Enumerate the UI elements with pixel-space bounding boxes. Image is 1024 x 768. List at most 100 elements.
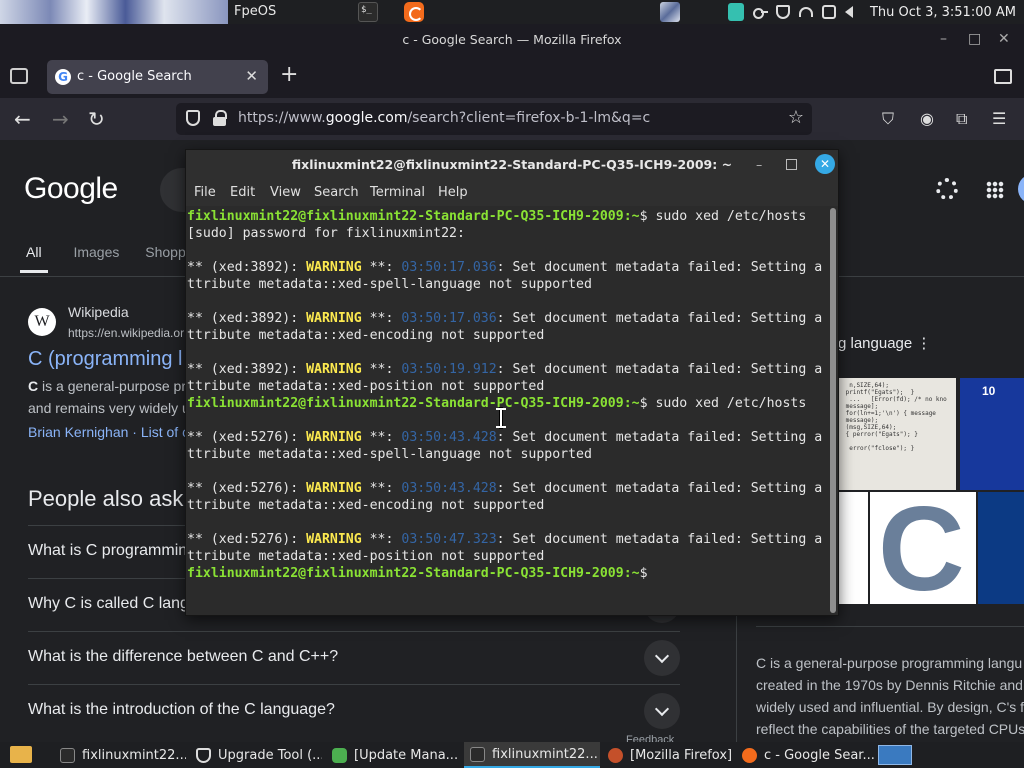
notifications-icon[interactable]: [821, 5, 836, 19]
tab-label: c - Google Search: [77, 69, 192, 84]
terminal-line: ttribute metadata::xed-spell-language no…: [187, 446, 828, 463]
output-text: ttribute metadata::xed-encoding not supp…: [187, 498, 545, 513]
terminal-icon: [60, 747, 75, 763]
terminal-line: ** (xed:3892): WARNING **: 03:50:17.036:…: [187, 310, 828, 327]
list-all-tabs-icon[interactable]: [10, 68, 28, 84]
prompt-cwd: :~: [623, 396, 640, 411]
avatar[interactable]: [1018, 174, 1024, 204]
close-icon[interactable]: ✕: [998, 32, 1010, 46]
menu-help[interactable]: Help: [438, 185, 468, 200]
terminal-line: ** (xed:5276): WARNING **: 03:50:43.428:…: [187, 429, 828, 446]
menu-edit[interactable]: Edit: [230, 185, 255, 200]
scrollbar-thumb[interactable]: [830, 208, 836, 613]
paa-question-text: What is the introduction of the C langua…: [28, 701, 335, 718]
more-options-icon[interactable]: ⋮: [916, 335, 931, 352]
chevron-down-icon[interactable]: [644, 640, 680, 676]
taskbar-item[interactable]: c - Google Sear...: [736, 742, 874, 768]
menu-file[interactable]: File: [194, 185, 216, 200]
paa-question[interactable]: What is the difference between C and C++…: [28, 631, 680, 684]
update-manager-tray-icon[interactable]: [727, 3, 744, 21]
volume-icon[interactable]: [844, 6, 853, 18]
knowledge-panel-description: C is a general-purpose programming langu…: [756, 652, 1024, 740]
back-arrow-icon[interactable]: ←: [14, 107, 31, 131]
firefox-window-title: c - Google Search — Mozilla Firefox: [402, 32, 622, 47]
google-logo[interactable]: Google: [24, 172, 118, 206]
white-image[interactable]: [838, 492, 868, 604]
forward-arrow-icon[interactable]: →: [52, 107, 69, 131]
close-icon[interactable]: ✕: [815, 154, 835, 174]
terminal-line: ttribute metadata::xed-position not supp…: [187, 378, 828, 395]
new-tab-icon[interactable]: +: [280, 62, 298, 87]
image-viewer-launcher-icon[interactable]: [660, 2, 680, 22]
blue-code-image[interactable]: [978, 492, 1024, 604]
key-icon[interactable]: [752, 5, 768, 19]
maximize-icon[interactable]: [786, 159, 797, 170]
workspace-switcher[interactable]: [878, 745, 912, 765]
warning-message: : Set document metadata failed: Setting …: [496, 260, 823, 275]
lock-icon[interactable]: [213, 110, 227, 126]
menu-search[interactable]: Search: [314, 185, 359, 200]
tab-all[interactable]: All: [20, 244, 48, 273]
prompt-cwd: :~: [623, 209, 640, 224]
warning-source: ** (xed:3892):: [187, 260, 307, 275]
network-icon[interactable]: [798, 7, 813, 17]
wikipedia-logo-icon: W: [28, 308, 56, 336]
warning-source: ** (xed:5276):: [187, 430, 307, 445]
paa-question[interactable]: What is the introduction of the C langua…: [28, 684, 680, 737]
c-logo-image[interactable]: C: [870, 482, 976, 616]
menu-view[interactable]: View: [270, 185, 301, 200]
shield-icon[interactable]: [775, 5, 790, 19]
terminal-titlebar[interactable]: fixlinuxmint22@fixlinuxmint22-Standard-P…: [186, 150, 838, 180]
tab-google-search[interactable]: G c - Google Search ✕: [47, 60, 268, 94]
menu-terminal[interactable]: Terminal: [370, 185, 425, 200]
url-bar[interactable]: https://www.google.com/search?client=fir…: [176, 103, 812, 135]
terminal-line: fixlinuxmint22@fixlinuxmint22-Standard-P…: [187, 565, 828, 582]
window-thumbnail[interactable]: [0, 0, 228, 24]
book-cover-image[interactable]: 10: [960, 378, 1024, 490]
warning-source: ** (xed:5276):: [187, 481, 307, 496]
taskbar-item[interactable]: [Mozilla Firefox]: [602, 742, 732, 768]
terminal-line: ** (xed:5276): WARNING **: 03:50:47.323:…: [187, 531, 828, 548]
firefox-launcher-icon[interactable]: [404, 2, 424, 22]
minimize-icon[interactable]: –: [940, 32, 947, 46]
warning-message: : Set document metadata failed: Setting …: [496, 362, 823, 377]
bookmark-star-icon[interactable]: ☆: [788, 107, 804, 128]
terminal-output[interactable]: fixlinuxmint22@fixlinuxmint22-Standard-P…: [186, 206, 828, 614]
output-text: ttribute metadata::xed-encoding not supp…: [187, 328, 545, 343]
result-title-link[interactable]: C (programming l: [28, 348, 182, 371]
chevron-down-icon[interactable]: [644, 693, 680, 729]
extensions-icon[interactable]: ⧉: [956, 109, 967, 129]
clock[interactable]: Thu Oct 3, 3:51:00 AM: [870, 5, 1016, 20]
apps-grid-icon[interactable]: [986, 181, 1004, 199]
close-tab-icon[interactable]: ✕: [245, 67, 258, 85]
taskbar-item-label: c - Google Sear...: [764, 747, 874, 763]
maximize-icon[interactable]: □: [968, 32, 981, 46]
prompt-user-host: fixlinuxmint22@fixlinuxmint22-Standard-P…: [187, 209, 624, 224]
url-text[interactable]: https://www.google.com/search?client=fir…: [238, 110, 650, 126]
terminal-window[interactable]: fixlinuxmint22@fixlinuxmint22-Standard-P…: [185, 149, 839, 616]
terminal-scrollbar[interactable]: [830, 208, 836, 613]
minimize-icon[interactable]: –: [756, 150, 762, 180]
taskbar-item[interactable]: [Update Mana...: [326, 742, 460, 768]
code-image[interactable]: n,SIZE,64); printf("Egats"); } ... [Erro…: [838, 378, 956, 490]
account-icon[interactable]: ◉: [920, 109, 934, 128]
taskbar-item[interactable]: Upgrade Tool (...: [190, 742, 322, 768]
taskbar-item[interactable]: fixlinuxmint22...: [464, 742, 600, 768]
result-source[interactable]: Wikipedia: [68, 304, 129, 320]
text-cursor-icon: [496, 408, 506, 428]
settings-gear-icon[interactable]: [936, 178, 958, 200]
taskbar-item[interactable]: fixlinuxmint22...: [54, 742, 186, 768]
reload-icon[interactable]: ↻: [88, 107, 105, 131]
files-folder-icon[interactable]: [10, 746, 32, 763]
result-sitelinks[interactable]: Brian Kernighan · List of c: [28, 424, 189, 440]
menu-icon[interactable]: ☰: [992, 109, 1006, 128]
tracking-protection-icon[interactable]: [186, 110, 200, 126]
tab-overview-icon[interactable]: [994, 69, 1012, 84]
prompt-cwd: :~: [623, 566, 640, 581]
pocket-icon[interactable]: ⛉: [882, 109, 894, 129]
terminal-launcher-icon[interactable]: [358, 2, 378, 22]
result-cite[interactable]: https://en.wikipedia.or: [68, 326, 184, 340]
tab-images[interactable]: Images: [73, 244, 119, 260]
